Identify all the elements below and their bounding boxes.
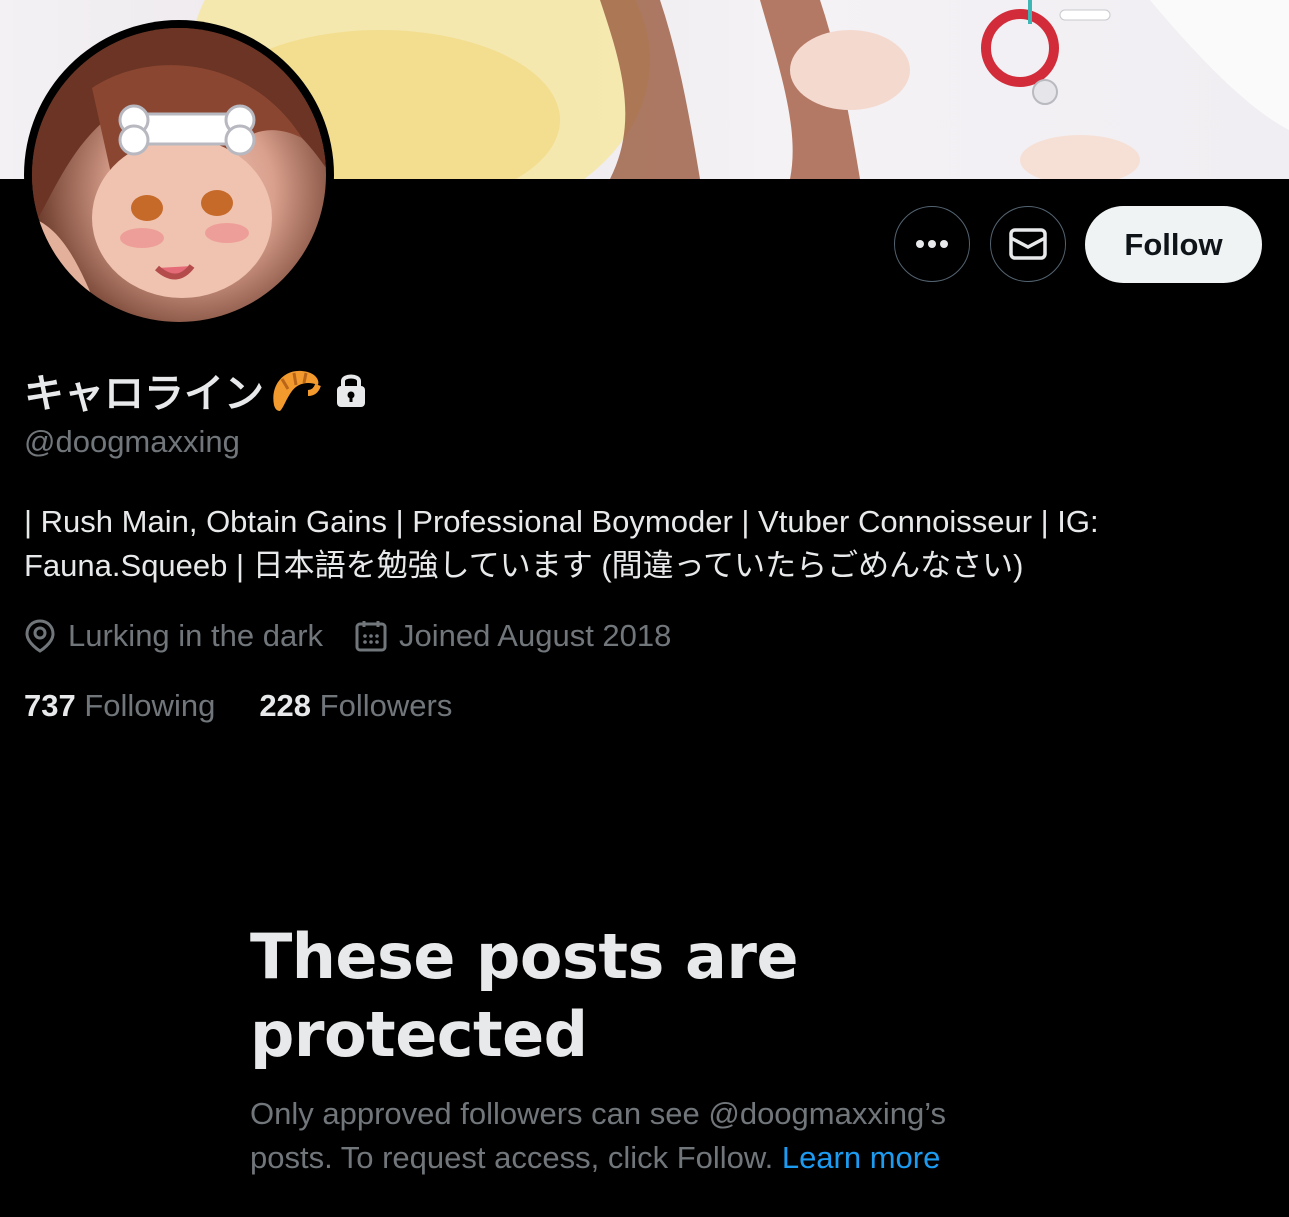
- joined-text: Joined August 2018: [399, 618, 672, 653]
- profile-bio: | Rush Main, Obtain Gains | Professional…: [24, 504, 1099, 583]
- envelope-icon: [1009, 228, 1047, 260]
- joined-item: Joined August 2018: [355, 618, 671, 654]
- profile-handle: @doogmaxxing: [24, 424, 240, 459]
- followers-link[interactable]: 228 Followers: [259, 688, 452, 724]
- protected-posts-title: These posts are protected: [250, 920, 799, 1071]
- protected-posts-description: Only approved followers can see @doogmax…: [250, 1092, 1030, 1180]
- location-pin-icon: [25, 619, 55, 653]
- learn-more-link[interactable]: Learn more: [782, 1140, 941, 1175]
- location-item: Lurking in the dark: [24, 618, 323, 654]
- following-label: Following: [84, 688, 216, 723]
- profile-avatar[interactable]: [24, 20, 334, 330]
- more-button[interactable]: [894, 206, 970, 282]
- profile-display-name: キャロライン: [24, 362, 368, 418]
- location-text: Lurking in the dark: [68, 618, 324, 653]
- followers-count: 228: [259, 688, 312, 723]
- profile-meta: Lurking in the dark Joined August 2018: [24, 614, 703, 658]
- followers-label: Followers: [319, 688, 453, 723]
- profile-stats: 737 Following 228 Followers: [24, 684, 496, 728]
- more-icon: [916, 240, 948, 248]
- following-link[interactable]: 737 Following: [24, 688, 215, 724]
- lock-icon: [334, 371, 368, 409]
- message-button[interactable]: [990, 206, 1066, 282]
- display-name-text: キャロライン: [24, 371, 264, 417]
- calendar-icon: [355, 621, 387, 652]
- following-count: 737: [24, 688, 76, 723]
- avatar-image: [32, 28, 326, 322]
- follow-button[interactable]: Follow: [1085, 206, 1262, 283]
- croissant-icon: [268, 365, 322, 415]
